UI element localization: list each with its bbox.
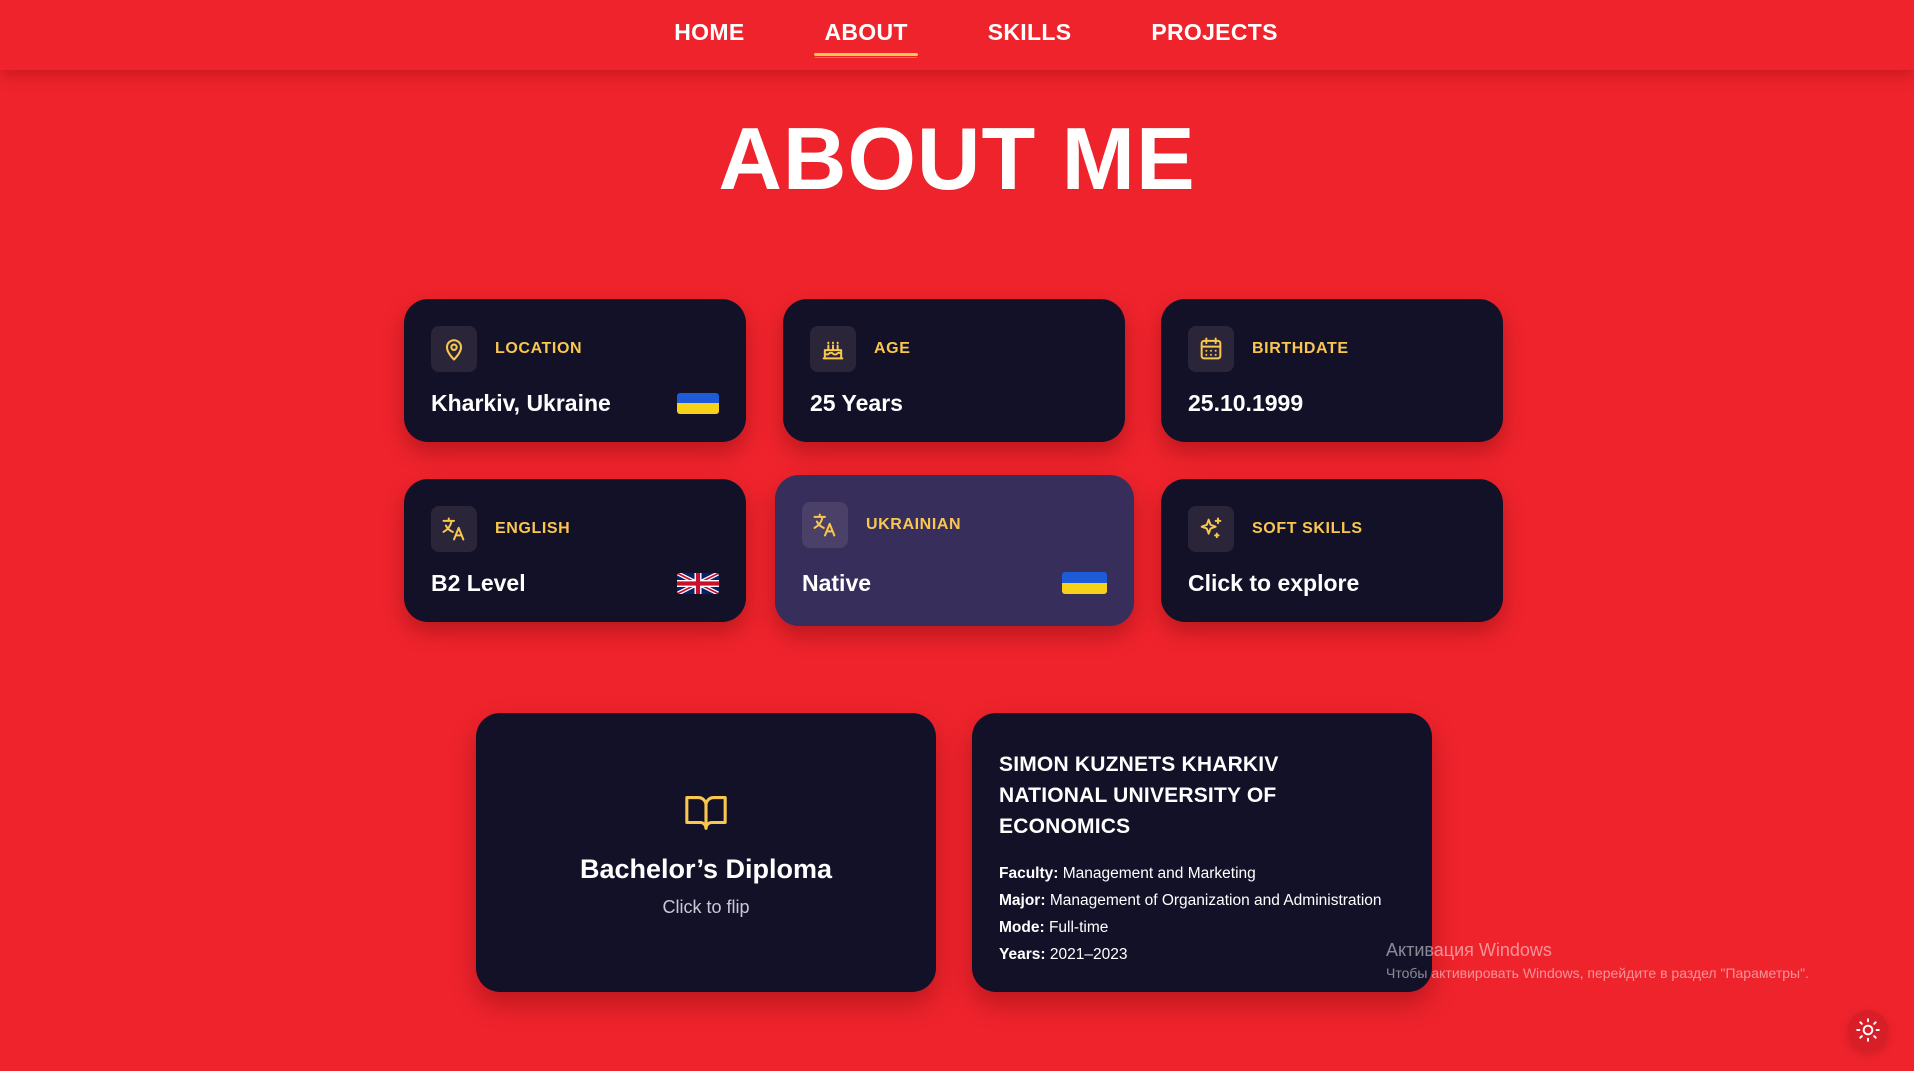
nav-projects[interactable]: PROJECTS bbox=[1141, 19, 1287, 46]
university-row-mode: Mode: Full-time bbox=[999, 919, 1109, 936]
windows-activation-watermark: Активация Windows Чтобы активировать Win… bbox=[1386, 940, 1809, 981]
age-label: AGE bbox=[874, 340, 911, 357]
calendar-icon bbox=[1188, 326, 1234, 372]
location-label: LOCATION bbox=[495, 340, 583, 357]
nav-about[interactable]: ABOUT bbox=[814, 19, 919, 56]
soft-skills-card[interactable]: SOFT SKILLS Click to explore bbox=[1161, 479, 1503, 622]
location-card[interactable]: LOCATION Kharkiv, Ukraine bbox=[404, 299, 746, 442]
university-row-major: Major: Management of Organization and Ad… bbox=[999, 892, 1382, 909]
uk-flag-icon bbox=[677, 572, 719, 594]
nav-links: HOME ABOUT SKILLS PROJECTS bbox=[664, 19, 1287, 56]
diploma-card[interactable]: Bachelor’s Diploma Click to flip bbox=[476, 713, 936, 992]
birthdate-label: BIRTHDATE bbox=[1252, 340, 1349, 357]
age-card[interactable]: AGE 25 Years bbox=[783, 299, 1125, 442]
nav-skills[interactable]: SKILLS bbox=[978, 19, 1082, 46]
sparkles-icon bbox=[1188, 506, 1234, 552]
map-pin-icon bbox=[431, 326, 477, 372]
cake-icon bbox=[810, 326, 856, 372]
university-row-years: Years: 2021–2023 bbox=[999, 946, 1128, 963]
age-value: 25 Years bbox=[810, 389, 903, 416]
university-row-faculty: Faculty: Management and Marketing bbox=[999, 865, 1256, 882]
english-label: ENGLISH bbox=[495, 520, 571, 537]
english-card[interactable]: ENGLISH B2 Level bbox=[404, 479, 746, 622]
nav-home[interactable]: HOME bbox=[664, 19, 754, 46]
watermark-title: Активация Windows bbox=[1386, 940, 1552, 960]
ukrainian-value: Native bbox=[802, 569, 872, 596]
diploma-flip-hint: Click to flip bbox=[662, 897, 750, 917]
soft-skills-label: SOFT SKILLS bbox=[1252, 520, 1363, 537]
sun-icon bbox=[1856, 1018, 1880, 1042]
university-name: SIMON KUZNETS KHARKIV NATIONAL UNIVERSIT… bbox=[999, 753, 1279, 838]
translate-icon bbox=[802, 502, 848, 548]
university-card[interactable]: SIMON KUZNETS KHARKIV NATIONAL UNIVERSIT… bbox=[972, 713, 1432, 992]
page-title: ABOUT ME bbox=[718, 109, 1196, 208]
ukraine-flag-icon bbox=[1062, 572, 1107, 594]
ukraine-flag-icon bbox=[677, 392, 719, 414]
watermark-subtitle: Чтобы активировать Windows, перейдите в … bbox=[1386, 965, 1809, 981]
translate-icon bbox=[431, 506, 477, 552]
birthdate-value: 25.10.1999 bbox=[1188, 389, 1304, 416]
ukrainian-card[interactable]: UKRAINIAN Native bbox=[775, 475, 1134, 626]
location-value: Kharkiv, Ukraine bbox=[431, 389, 611, 416]
ukrainian-label: UKRAINIAN bbox=[866, 516, 962, 533]
theme-toggle-button[interactable] bbox=[1848, 1010, 1888, 1050]
book-open-icon bbox=[685, 796, 727, 830]
english-value: B2 Level bbox=[431, 569, 526, 596]
soft-skills-value: Click to explore bbox=[1188, 569, 1360, 596]
birthdate-card[interactable]: BIRTHDATE 25.10.1999 bbox=[1161, 299, 1503, 442]
top-nav: HOME ABOUT SKILLS PROJECTS bbox=[0, 0, 1914, 70]
diploma-title: Bachelor’s Diploma bbox=[579, 854, 833, 884]
